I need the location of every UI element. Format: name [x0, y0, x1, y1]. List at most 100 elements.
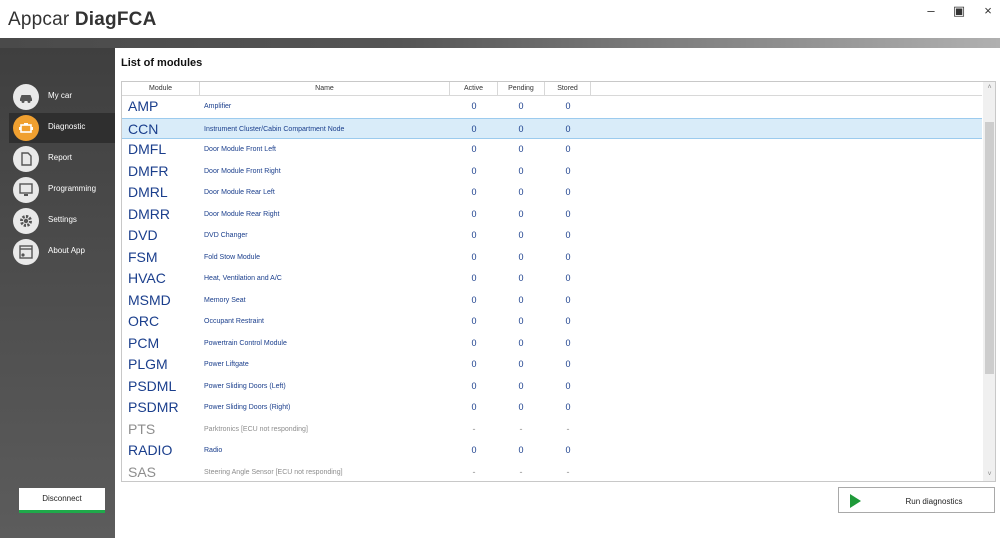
column-header-stored[interactable]: Stored	[545, 82, 591, 96]
module-code: CCN	[128, 120, 159, 137]
play-icon	[850, 494, 861, 508]
table-row[interactable]: PSDMR Power Sliding Doors (Right) 0 0 0	[122, 397, 982, 419]
module-name: Power Liftgate	[204, 361, 249, 368]
module-code: AMP	[128, 98, 159, 114]
pending-count: 0	[518, 402, 524, 412]
run-diagnostics-button[interactable]: Run diagnostics	[838, 487, 995, 513]
module-code: DMFR	[128, 162, 169, 179]
module-code: PLGM	[128, 356, 168, 372]
table-row[interactable]: DMFR Door Module Front Right 0 0 0	[122, 161, 982, 183]
column-header-module[interactable]: Module	[122, 82, 200, 96]
active-count: 0	[471, 230, 477, 240]
minimize-button[interactable]: –	[922, 2, 940, 20]
table-row[interactable]: FSM Fold Stow Module 0 0 0	[122, 247, 982, 269]
active-count: 0	[471, 251, 477, 262]
pending-count: 0	[518, 230, 524, 240]
active-count: -	[472, 423, 476, 434]
module-name: Door Module Front Right	[204, 167, 281, 175]
sidebar-item-programming[interactable]: Programming	[9, 175, 115, 205]
table-row[interactable]: PSDML Power Sliding Doors (Left) 0 0 0	[122, 376, 982, 398]
vertical-scrollbar[interactable]: ˄ ˅	[983, 82, 995, 481]
active-count: 0	[471, 123, 477, 134]
stored-count: 0	[565, 445, 571, 455]
table-row[interactable]: PLGM Power Liftgate 0 0 0	[122, 354, 982, 376]
column-header-name[interactable]: Name	[200, 82, 450, 96]
active-count: 0	[471, 144, 477, 154]
module-name: Memory Seat	[204, 296, 246, 304]
module-name: DVD Changer	[204, 232, 248, 239]
column-header-active[interactable]: Active	[450, 82, 498, 96]
table-row[interactable]: RADIO Radio 0 0 0	[122, 440, 982, 462]
app-title-bold: DiagFCA	[74, 9, 157, 30]
sidebar-item-about-app[interactable]: About App	[9, 237, 115, 267]
page-title: List of modules	[121, 57, 203, 69]
sidebar-item-label: Diagnostic	[48, 122, 86, 131]
module-code: FSM	[128, 248, 158, 265]
active-count: 0	[471, 165, 477, 176]
table-row[interactable]: PTS Parktronics [ECU not responding] - - -	[122, 419, 982, 441]
pending-count: 0	[518, 187, 524, 197]
table-row[interactable]: ORC Occupant Restraint 0 0 0	[122, 311, 982, 333]
stored-count: 0	[565, 144, 571, 154]
pending-count: 0	[518, 208, 524, 219]
stored-count: 0	[565, 251, 571, 262]
sidebar-item-label: My car	[48, 91, 72, 100]
sidebar-item-my-car[interactable]: My car	[9, 82, 115, 112]
app-title-regular: Appcar	[8, 9, 75, 30]
module-name: Powertrain Control Module	[204, 339, 287, 347]
module-name: Power Sliding Doors (Right)	[204, 404, 291, 411]
sidebar-item-diagnostic[interactable]: Diagnostic	[9, 113, 115, 143]
stored-count: 0	[565, 123, 571, 134]
report-document-icon	[13, 146, 39, 172]
module-code: HVAC	[128, 270, 166, 286]
table-row[interactable]: DMRR Door Module Rear Right 0 0 0	[122, 204, 982, 226]
active-count: 0	[471, 187, 477, 197]
scroll-thumb[interactable]	[985, 122, 994, 374]
stored-count: 0	[565, 316, 571, 326]
scroll-down-arrow-icon[interactable]: ˅	[983, 469, 995, 481]
table-row[interactable]: PCM Powertrain Control Module 0 0 0	[122, 333, 982, 355]
active-count: -	[472, 466, 476, 477]
sidebar-item-report[interactable]: Report	[9, 144, 115, 174]
active-count: 0	[471, 316, 477, 326]
sidebar: My car Diagnostic Report Programming Set…	[0, 48, 115, 538]
table-row[interactable]: DVD DVD Changer 0 0 0	[122, 225, 982, 247]
stored-count: 0	[565, 187, 571, 197]
table-row[interactable]: DMFL Door Module Front Left 0 0 0	[122, 139, 982, 161]
sidebar-item-settings[interactable]: Settings	[9, 206, 115, 236]
maximize-button[interactable]: ▣	[950, 2, 968, 20]
pending-count: -	[519, 466, 523, 477]
car-icon	[13, 84, 39, 110]
stored-count: 0	[565, 337, 571, 348]
active-count: 0	[471, 445, 477, 455]
sidebar-item-label: About App	[48, 246, 85, 255]
about-window-icon	[13, 239, 39, 265]
stored-count: 0	[565, 402, 571, 412]
module-code: DVD	[128, 227, 158, 243]
module-name: Radio	[204, 447, 223, 454]
module-name: Heat, Ventilation and A/C	[204, 275, 282, 282]
app-title: Appcar DiagFCA	[8, 9, 157, 31]
stored-count: -	[566, 423, 570, 434]
scroll-up-arrow-icon[interactable]: ˄	[983, 82, 995, 94]
module-name: Amplifier	[204, 103, 232, 110]
table-row[interactable]: SAS Steering Angle Sensor [ECU not respon…	[122, 462, 982, 482]
column-header-pending[interactable]: Pending	[498, 82, 545, 96]
table-row[interactable]: HVAC Heat, Ventilation and A/C 0 0 0	[122, 268, 982, 290]
disconnect-button[interactable]: Disconnect	[19, 488, 105, 513]
pending-count: 0	[518, 445, 524, 455]
table-row[interactable]: AMP Amplifier 0 0 0	[122, 96, 982, 118]
table-row[interactable]: DMRL Door Module Rear Left 0 0 0	[122, 182, 982, 204]
module-name: Power Sliding Doors (Left)	[204, 382, 286, 390]
close-button[interactable]: ×	[979, 2, 997, 20]
stored-count: 0	[565, 380, 571, 391]
table-row[interactable]: CCN Instrument Cluster/Cabin Compartment …	[122, 117, 982, 139]
pending-count: 0	[518, 294, 524, 305]
pending-count: 0	[518, 123, 524, 134]
table-row[interactable]: MSMD Memory Seat 0 0 0	[122, 290, 982, 312]
module-name: Door Module Rear Left	[204, 189, 275, 196]
title-bar: Appcar DiagFCA – ▣ ×	[0, 0, 1000, 38]
module-name: Occupant Restraint	[204, 318, 264, 325]
module-code: DMRR	[128, 205, 170, 222]
module-code: SAS	[128, 463, 157, 480]
